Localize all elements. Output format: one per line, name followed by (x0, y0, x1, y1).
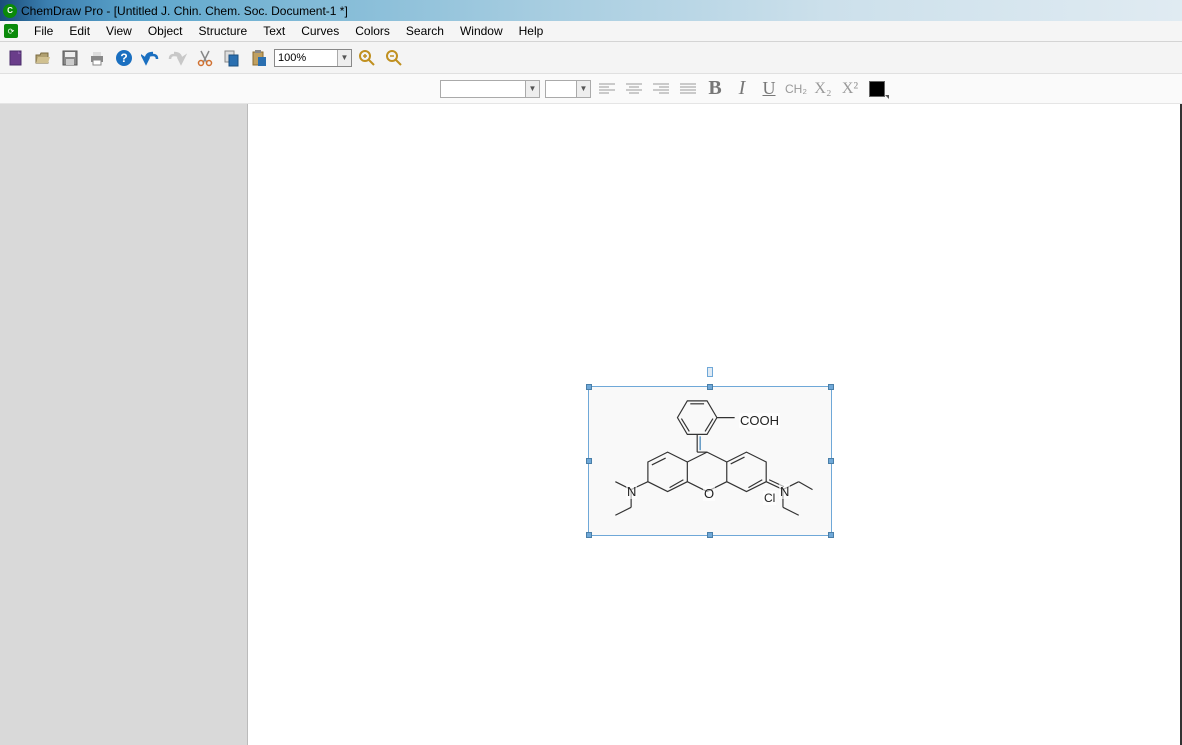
font-family-select[interactable]: ▼ (440, 80, 540, 98)
menu-bar: ⟳ File Edit View Object Structure Text C… (0, 21, 1182, 42)
main-toolbar: ? 100% ▼ (0, 42, 1182, 74)
menu-curves[interactable]: Curves (293, 22, 347, 40)
underline-button[interactable]: U (758, 78, 780, 100)
copy-button[interactable] (220, 46, 244, 70)
resize-handle-se[interactable] (828, 532, 834, 538)
menu-search[interactable]: Search (398, 22, 452, 40)
paste-button[interactable] (247, 46, 271, 70)
menu-object[interactable]: Object (140, 22, 191, 40)
menu-help[interactable]: Help (511, 22, 552, 40)
title-bar: C ChemDraw Pro - [Untitled J. Chin. Chem… (0, 0, 1182, 21)
zoom-out-button[interactable] (382, 46, 406, 70)
align-left-button[interactable] (596, 78, 618, 100)
formula-button[interactable]: CH₂ (785, 78, 807, 100)
dropdown-arrow-icon: ▼ (337, 50, 351, 66)
resize-handle-ne[interactable] (828, 384, 834, 390)
cut-button[interactable] (193, 46, 217, 70)
menu-colors[interactable]: Colors (347, 22, 398, 40)
selection-box[interactable]: COOH O N N Cl (588, 386, 832, 536)
app-icon: C (3, 4, 17, 18)
label-nitrogen-right: N (779, 484, 790, 499)
resize-handle-sw[interactable] (586, 532, 592, 538)
align-center-button[interactable] (623, 78, 645, 100)
menu-file[interactable]: File (26, 22, 61, 40)
title-text: ChemDraw Pro - [Untitled J. Chin. Chem. … (21, 4, 348, 18)
resize-handle-e[interactable] (828, 458, 834, 464)
side-panel (0, 104, 248, 745)
redo-button[interactable] (166, 46, 190, 70)
zoom-value: 100% (278, 52, 306, 64)
menu-edit[interactable]: Edit (61, 22, 98, 40)
color-swatch-icon (869, 81, 885, 97)
format-toolbar: ▼ ▼ B I U CH₂ X₂ X² (0, 74, 1182, 104)
zoom-select[interactable]: 100% ▼ (274, 49, 352, 67)
label-nitrogen-left: N (626, 484, 637, 499)
open-document-button[interactable] (31, 46, 55, 70)
undo-button[interactable] (139, 46, 163, 70)
resize-handle-n[interactable] (707, 384, 713, 390)
subscript-button[interactable]: X₂ (812, 78, 834, 100)
workspace: COOH O N N Cl (0, 104, 1182, 745)
dropdown-arrow-icon: ▼ (576, 81, 590, 97)
svg-text:?: ? (120, 51, 127, 65)
save-button[interactable] (58, 46, 82, 70)
menu-text[interactable]: Text (255, 22, 293, 40)
rotate-handle[interactable] (707, 367, 713, 377)
help-button[interactable]: ? (112, 46, 136, 70)
color-picker-button[interactable] (866, 78, 888, 100)
menu-view[interactable]: View (98, 22, 140, 40)
label-cooh: COOH (739, 413, 780, 428)
label-chloride: Cl (763, 491, 776, 505)
print-button[interactable] (85, 46, 109, 70)
resize-handle-w[interactable] (586, 458, 592, 464)
resize-handle-nw[interactable] (586, 384, 592, 390)
chemical-structure[interactable]: COOH O N N Cl (593, 391, 827, 531)
label-oxygen: O (703, 486, 715, 501)
canvas[interactable]: COOH O N N Cl (248, 104, 1182, 745)
zoom-in-button[interactable] (355, 46, 379, 70)
bold-button[interactable]: B (704, 78, 726, 100)
menu-app-icon[interactable]: ⟳ (4, 24, 18, 38)
align-right-button[interactable] (650, 78, 672, 100)
align-justify-button[interactable] (677, 78, 699, 100)
superscript-button[interactable]: X² (839, 78, 861, 100)
menu-structure[interactable]: Structure (191, 22, 256, 40)
resize-handle-s[interactable] (707, 532, 713, 538)
new-document-button[interactable] (4, 46, 28, 70)
menu-window[interactable]: Window (452, 22, 511, 40)
italic-button[interactable]: I (731, 78, 753, 100)
font-size-select[interactable]: ▼ (545, 80, 591, 98)
dropdown-arrow-icon: ▼ (525, 81, 539, 97)
